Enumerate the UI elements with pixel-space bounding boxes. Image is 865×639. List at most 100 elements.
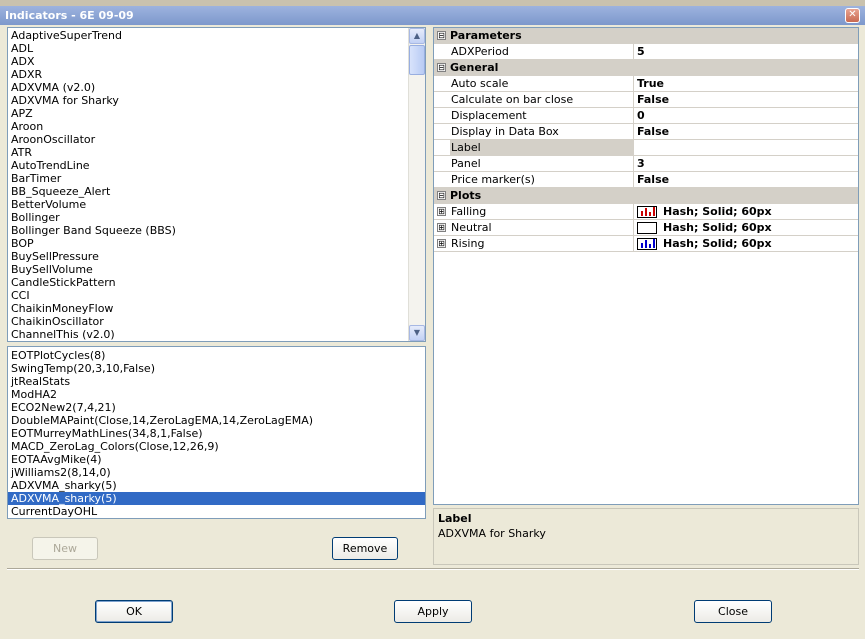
- category-label: General: [450, 61, 499, 74]
- property-value[interactable]: False: [637, 172, 669, 187]
- plot-value[interactable]: Hash; Solid; 60px: [663, 220, 772, 235]
- list-item[interactable]: BB_Squeeze_Alert: [8, 185, 408, 198]
- property-panel[interactable]: Panel 3: [434, 156, 858, 172]
- property-value[interactable]: False: [637, 124, 669, 139]
- property-display-in-data-box[interactable]: Display in Data Box False: [434, 124, 858, 140]
- list-item[interactable]: AdaptiveSuperTrend: [8, 29, 408, 42]
- applied-items-container: EOTPlotCycles(8) SwingTemp(20,3,10,False)…: [8, 349, 425, 518]
- list-item[interactable]: CandleStickPattern: [8, 276, 408, 289]
- property-auto-scale[interactable]: Auto scale True: [434, 76, 858, 92]
- category-parameters[interactable]: ⊟ Parameters: [434, 28, 858, 44]
- collapse-icon[interactable]: ⊟: [437, 191, 446, 200]
- list-item[interactable]: ADXVMA_sharky(5): [8, 492, 425, 505]
- plot-neutral[interactable]: ⊞ Neutral Hash; Solid; 60px: [434, 220, 858, 236]
- expand-icon[interactable]: ⊞: [437, 223, 446, 232]
- list-item[interactable]: ADXVMA for Sharky: [8, 94, 408, 107]
- property-label[interactable]: Label: [434, 140, 858, 156]
- property-name: Calculate on bar close: [450, 92, 634, 107]
- apply-button[interactable]: Apply: [394, 600, 472, 623]
- list-item[interactable]: ATR: [8, 146, 408, 159]
- collapse-icon[interactable]: ⊟: [437, 31, 446, 40]
- list-item[interactable]: ChaikinOscillator: [8, 315, 408, 328]
- swatch-bar: [645, 240, 647, 248]
- property-name: Falling: [450, 204, 634, 219]
- expand-icon[interactable]: ⊞: [437, 207, 446, 216]
- property-name: Auto scale: [450, 76, 634, 91]
- category-label: Plots: [450, 189, 482, 202]
- list-item[interactable]: BuySellVolume: [8, 263, 408, 276]
- list-item[interactable]: ChaikinMoneyFlow: [8, 302, 408, 315]
- list-item[interactable]: AutoTrendLine: [8, 159, 408, 172]
- list-item[interactable]: BarTimer: [8, 172, 408, 185]
- property-value[interactable]: 0: [637, 108, 645, 123]
- ok-button[interactable]: OK: [95, 600, 173, 623]
- description-panel: Label ADXVMA for Sharky: [433, 508, 859, 565]
- swatch-bar: [653, 207, 655, 216]
- close-button[interactable]: Close: [694, 600, 772, 623]
- list-item[interactable]: Bollinger Band Squeeze (BBS): [8, 224, 408, 237]
- list-item[interactable]: EOTAAvgMike(4): [8, 453, 425, 466]
- property-value[interactable]: False: [637, 92, 669, 107]
- falling-color-swatch-icon[interactable]: [637, 206, 657, 218]
- list-item[interactable]: EOTMurreyMathLines(34,8,1,False): [8, 427, 425, 440]
- list-item[interactable]: jtRealStats: [8, 375, 425, 388]
- list-item[interactable]: DoubleMAPaint(Close,14,ZeroLagEMA,14,Zer…: [8, 414, 425, 427]
- list-item[interactable]: AroonOscillator: [8, 133, 408, 146]
- property-adx-period[interactable]: ADXPeriod 5: [434, 44, 858, 60]
- list-item[interactable]: ADXVMA (v2.0): [8, 81, 408, 94]
- neutral-color-swatch-icon[interactable]: [637, 222, 657, 234]
- list-item[interactable]: SwingTemp(20,3,10,False): [8, 362, 425, 375]
- list-item[interactable]: ADL: [8, 42, 408, 55]
- list-item[interactable]: ChannelThis (v2.0): [8, 328, 408, 341]
- description-title: Label: [438, 512, 472, 525]
- scroll-thumb[interactable]: [409, 45, 425, 75]
- list-item[interactable]: jWilliams2(8,14,0): [8, 466, 425, 479]
- title-bar: Indicators - 6E 09-09 ✕: [0, 6, 865, 25]
- property-value[interactable]: True: [637, 76, 664, 91]
- plot-value[interactable]: Hash; Solid; 60px: [663, 236, 772, 251]
- property-name: Label: [450, 140, 634, 155]
- scroll-down-icon: ▼: [413, 328, 421, 337]
- property-displacement[interactable]: Displacement 0: [434, 108, 858, 124]
- scroll-down-button[interactable]: ▼: [409, 325, 425, 341]
- separator: [7, 568, 859, 570]
- list-item[interactable]: Bollinger: [8, 211, 408, 224]
- list-item[interactable]: ADXR: [8, 68, 408, 81]
- available-items-container: AdaptiveSuperTrend ADL ADX ADXR ADXVMA (v2.0…: [8, 29, 408, 341]
- plot-value[interactable]: Hash; Solid; 60px: [663, 204, 772, 219]
- available-indicators-list[interactable]: AdaptiveSuperTrend ADL ADX ADXR ADXVMA (v2.0…: [7, 27, 426, 342]
- list-item[interactable]: ECO2New2(7,4,21): [8, 401, 425, 414]
- list-item[interactable]: Aroon: [8, 120, 408, 133]
- property-value[interactable]: 5: [637, 44, 645, 59]
- category-general[interactable]: ⊟ General: [434, 60, 858, 76]
- property-calculate-on-bar-close[interactable]: Calculate on bar close False: [434, 92, 858, 108]
- available-list-scrollbar[interactable]: ▲ ▼: [408, 28, 425, 341]
- plot-rising[interactable]: ⊞ Rising Hash; Solid; 60px: [434, 236, 858, 252]
- property-price-markers[interactable]: Price marker(s) False: [434, 172, 858, 188]
- plot-falling[interactable]: ⊞ Falling Hash; Solid; 60px: [434, 204, 858, 220]
- list-item[interactable]: EOTPlotCycles(8): [8, 349, 425, 362]
- list-item[interactable]: CurrentDayOHL: [8, 505, 425, 518]
- property-grid[interactable]: ⊟ Parameters ADXPeriod 5 ⊟ General Auto …: [433, 27, 859, 505]
- list-item[interactable]: ADX: [8, 55, 408, 68]
- collapse-icon[interactable]: ⊟: [437, 63, 446, 72]
- remove-button[interactable]: Remove: [332, 537, 398, 560]
- scroll-up-button[interactable]: ▲: [409, 28, 425, 44]
- list-item[interactable]: BuySellPressure: [8, 250, 408, 263]
- list-item[interactable]: BetterVolume: [8, 198, 408, 211]
- swatch-bar: [649, 212, 651, 216]
- category-plots[interactable]: ⊟ Plots: [434, 188, 858, 204]
- list-item[interactable]: ModHA2: [8, 388, 425, 401]
- list-item[interactable]: ADXVMA_sharky(5): [8, 479, 425, 492]
- window-close-button[interactable]: ✕: [845, 8, 860, 23]
- applied-indicators-list[interactable]: EOTPlotCycles(8) SwingTemp(20,3,10,False)…: [7, 346, 426, 519]
- rising-color-swatch-icon[interactable]: [637, 238, 657, 250]
- list-item[interactable]: MACD_ZeroLag_Colors(Close,12,26,9): [8, 440, 425, 453]
- new-button[interactable]: New: [32, 537, 98, 560]
- expand-icon[interactable]: ⊞: [437, 239, 446, 248]
- property-name: ADXPeriod: [450, 44, 634, 59]
- property-value[interactable]: 3: [637, 156, 645, 171]
- list-item[interactable]: APZ: [8, 107, 408, 120]
- list-item[interactable]: CCI: [8, 289, 408, 302]
- list-item[interactable]: BOP: [8, 237, 408, 250]
